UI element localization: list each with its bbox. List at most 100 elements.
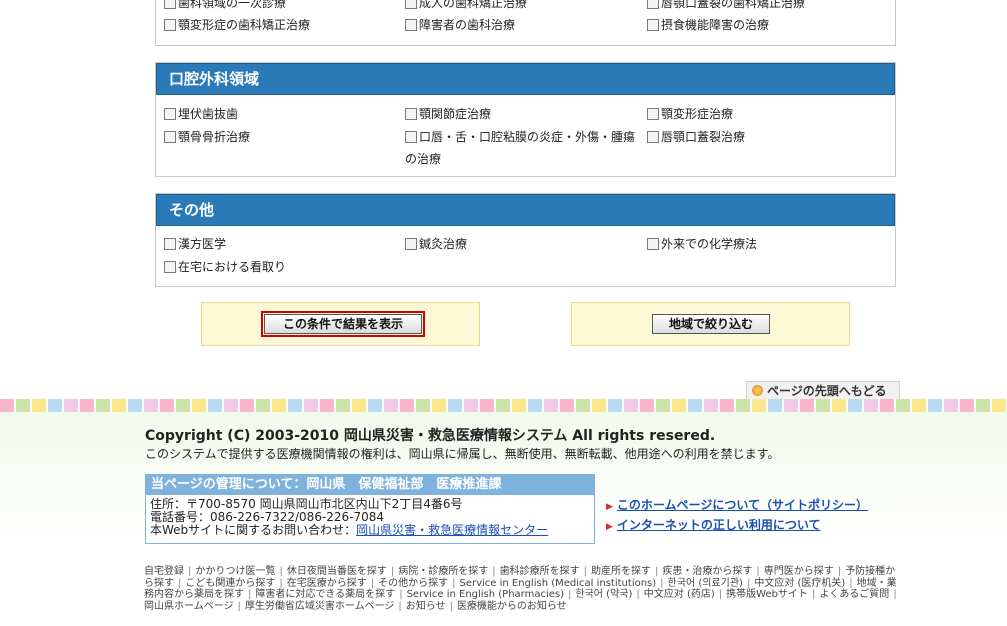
- footer-nav-link[interactable]: 在宅医療から探す: [287, 578, 367, 589]
- footer-nav-link[interactable]: かかりつけ医一覧: [195, 566, 275, 577]
- site-policy-link[interactable]: このホームページについて（サイトポリシー）: [617, 498, 868, 512]
- admin-title: 当ページの管理について：岡山県 保健福祉部 医療推進課: [146, 475, 594, 495]
- option-item[interactable]: 顎変形症の歯科矯正治療: [164, 14, 400, 36]
- decorative-stripe: [0, 399, 1007, 412]
- inquiry-label: 本Webサイトに関するお問い合わせ：: [150, 523, 357, 537]
- footer-nav-link[interactable]: よくあるご質問: [819, 589, 889, 600]
- section-dental-partial: 歯科領域の一次診療 成人の歯科矯正治療 唇顎口蓋裂の歯科矯正治療 顎変形症の歯科…: [155, 0, 896, 46]
- footer-nav-link[interactable]: 疾患・治療から探す: [662, 566, 752, 577]
- footer-nav-link[interactable]: 休日夜間当番医を探す: [287, 566, 387, 577]
- checkbox[interactable]: [164, 0, 176, 9]
- show-results-panel: この条件で結果を表示: [201, 302, 480, 346]
- footer-nav-link[interactable]: 自宅登録: [144, 566, 184, 577]
- option-item[interactable]: 唇顎口蓋裂治療: [647, 126, 883, 148]
- link-separator: |: [893, 589, 897, 600]
- option-item[interactable]: 在宅における看取り: [164, 256, 400, 278]
- narrow-region-panel: 地域で絞り込む: [571, 302, 850, 346]
- option-item[interactable]: 障害者の歯科治療: [405, 14, 641, 36]
- option-item[interactable]: 漢方医学: [164, 233, 400, 255]
- footer-nav-link[interactable]: 病院・診療所を探す: [398, 566, 488, 577]
- footer-nav-link[interactable]: お知らせ: [406, 601, 446, 612]
- option-item[interactable]: 顎関節症治療: [405, 103, 641, 125]
- link-separator: |: [449, 600, 453, 612]
- section-other: その他 漢方医学 鍼灸治療 外来での化学療法 在宅における看取り: [155, 193, 896, 287]
- footer-nav-link[interactable]: 中文应对 (药店): [644, 589, 715, 600]
- checkbox[interactable]: [164, 108, 176, 120]
- checkbox[interactable]: [647, 238, 659, 250]
- option-item[interactable]: 顎骨骨折治療: [164, 126, 400, 148]
- checkbox[interactable]: [164, 238, 176, 250]
- footer-nav-link[interactable]: 厚生労働省広域災害ホームページ: [245, 601, 395, 612]
- option-item[interactable]: 口唇・舌・口腔粘膜の炎症・外傷・腫瘍の治療: [405, 126, 643, 170]
- section-title: その他: [156, 194, 895, 226]
- footer-nav-link[interactable]: その他から探す: [378, 578, 448, 589]
- checkbox[interactable]: [164, 261, 176, 273]
- option-item[interactable]: 成人の歯科矯正治療: [405, 0, 641, 14]
- footer-nav-link[interactable]: Service in English (Pharmacies): [407, 589, 564, 600]
- link-separator: |: [583, 566, 587, 577]
- checkbox[interactable]: [647, 19, 659, 31]
- link-separator: |: [654, 566, 659, 577]
- rights-notice: このシステムで提供する医療機関情報の権利は、岡山県に帰属し、無断使用、無断転載、…: [145, 447, 780, 461]
- footer-nav-link[interactable]: 한국어 (약국): [575, 589, 632, 600]
- site-policy-item: ▶ このホームページについて（サイトポリシー）: [606, 496, 868, 513]
- inquiry-center-link[interactable]: 岡山県災害・救急医療情報センター: [356, 523, 548, 537]
- footer-nav-links: 自宅登録 | かかりつけ医一覧 | 休日夜間当番医を探す | 病院・診療所を探す | 歯科診療所…: [144, 566, 904, 612]
- option-item[interactable]: 鍼灸治療: [405, 233, 641, 255]
- footer-nav-link[interactable]: 岡山県ホームページ: [144, 601, 234, 612]
- checkbox[interactable]: [405, 0, 417, 9]
- copyright-text: Copyright (C) 2003-2010 岡山県災害・救急医療情報システム…: [145, 428, 716, 444]
- show-results-button[interactable]: この条件で結果を表示: [261, 311, 425, 337]
- option-item[interactable]: 外来での化学療法: [647, 233, 883, 255]
- option-item[interactable]: 摂食機能障害の治療: [647, 14, 883, 36]
- checkbox[interactable]: [647, 0, 659, 9]
- go-top-label: ページの先頭へもどる: [767, 384, 887, 398]
- checkbox[interactable]: [647, 131, 659, 143]
- checkbox[interactable]: [164, 131, 176, 143]
- footer-nav-link[interactable]: 歯科診療所を探す: [500, 566, 580, 577]
- link-separator: |: [188, 566, 192, 577]
- arrow-right-icon: ▶: [606, 502, 613, 512]
- footer-nav-link[interactable]: こども関連から探す: [185, 578, 275, 589]
- link-separator: |: [370, 577, 375, 589]
- checkbox[interactable]: [405, 19, 417, 31]
- link-separator: |: [756, 566, 760, 577]
- checkbox[interactable]: [405, 238, 417, 250]
- option-item[interactable]: 埋伏歯抜歯: [164, 103, 400, 125]
- link-separator: |: [660, 577, 664, 589]
- section-oral-surgery: 口腔外科領域 埋伏歯抜歯 顎関節症治療 顎変形症治療 顎骨骨折治療 口唇・舌・口…: [155, 62, 896, 177]
- link-separator: |: [849, 577, 853, 589]
- checkbox[interactable]: [405, 108, 417, 120]
- link-separator: |: [399, 589, 403, 600]
- internet-use-link[interactable]: インターネットの正しい利用について: [617, 518, 821, 532]
- checkbox[interactable]: [647, 108, 659, 120]
- link-separator: |: [636, 589, 640, 600]
- footer-nav-link[interactable]: 한국어 (의료기관): [668, 578, 743, 589]
- footer-nav-link[interactable]: 医療機能からのお知らせ: [457, 601, 567, 612]
- link-separator: |: [452, 577, 456, 589]
- footer-nav-link[interactable]: Service in English (Medical institutions…: [460, 578, 657, 589]
- link-separator: |: [746, 577, 751, 589]
- option-item[interactable]: 唇顎口蓋裂の歯科矯正治療: [647, 0, 883, 14]
- narrow-region-button[interactable]: 地域で絞り込む: [652, 314, 770, 334]
- link-separator: |: [492, 566, 496, 577]
- checkbox[interactable]: [164, 19, 176, 31]
- internet-use-item: ▶ インターネットの正しい利用について: [606, 516, 821, 533]
- footer-nav-link[interactable]: 障害者に対応できる薬局を探す: [255, 589, 395, 600]
- link-separator: |: [237, 600, 241, 612]
- footer-nav-link[interactable]: 専門医から探す: [764, 566, 834, 577]
- go-top-link[interactable]: ページの先頭へもどる: [746, 381, 900, 401]
- section-title: 口腔外科領域: [156, 63, 895, 95]
- inquiry-line: 本Webサイトに関するお問い合わせ：岡山県災害・救急医療情報センター: [146, 524, 594, 537]
- option-item[interactable]: 歯科領域の一次診療: [164, 0, 400, 14]
- arrow-right-icon: ▶: [606, 522, 613, 532]
- footer-nav-link[interactable]: 携帯版Webサイト: [726, 589, 808, 600]
- link-separator: |: [718, 589, 723, 600]
- footer-nav-link[interactable]: 中文应对 (医疗机关): [754, 578, 845, 589]
- footer-nav-link[interactable]: 助産所を探す: [591, 566, 651, 577]
- option-item[interactable]: 顎変形症治療: [647, 103, 883, 125]
- link-separator: |: [178, 577, 182, 589]
- link-separator: |: [837, 566, 842, 577]
- checkbox[interactable]: [405, 131, 417, 143]
- link-separator: |: [811, 589, 816, 600]
